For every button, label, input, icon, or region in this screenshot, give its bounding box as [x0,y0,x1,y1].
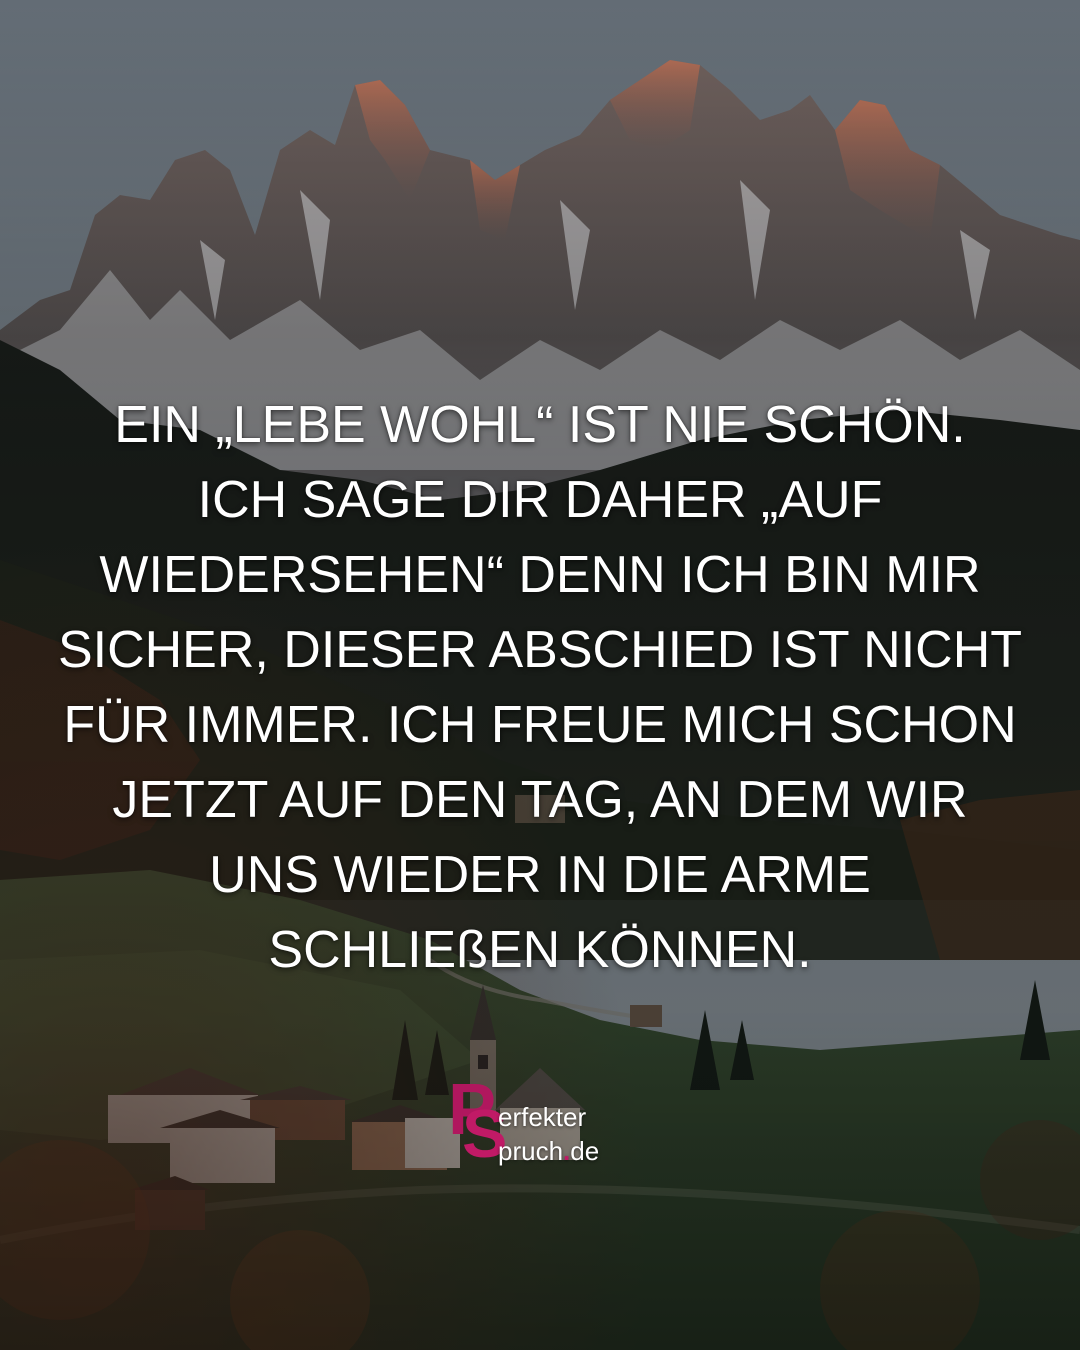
quote-line: WIEDERSEHEN“ DENN ICH BIN MIR [99,546,981,604]
quote-line: SICHER, DIESER ABSCHIED IST NICHT [57,621,1023,679]
quote-line: ICH SAGE DIR DAHER „AUF [197,471,883,529]
logo-domain: de [570,1136,600,1166]
quote-line: UNS WIEDER IN DIE ARME [209,846,871,904]
perfekter-spruch-logo: P S erfekter pruch.de [448,1074,648,1174]
logo-word-spruch: pruch.de [498,1136,599,1167]
quote-line: FÜR IMMER. ICH FREUE MICH SCHON [63,696,1017,754]
logo-word-pruch: pruch [498,1136,564,1166]
quote-line: EIN „LEBE WOHL“ IST NIE SCHÖN. [114,396,966,454]
quote-line: SCHLIEßEN KÖNNEN. [268,921,812,979]
quote-line: JETZT AUF DEN TAG, AN DEM WIR [112,771,968,829]
quote-text: EIN „LEBE WOHL“ IST NIE SCHÖN. ICH SAGE … [40,388,1040,988]
logo-word-erfekter: erfekter [498,1102,587,1132]
